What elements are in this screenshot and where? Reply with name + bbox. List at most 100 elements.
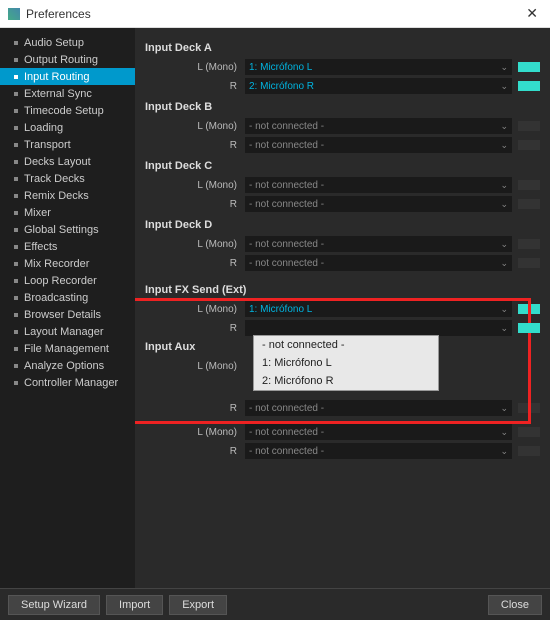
meter [518, 239, 540, 249]
footer: Setup Wizard Import Export Close [0, 588, 550, 620]
row-deck-b-r: R - not connected -⌄ [145, 136, 540, 154]
close-icon[interactable]: ✕ [522, 5, 542, 22]
select-deck-b-r[interactable]: - not connected -⌄ [245, 137, 512, 153]
sidebar-item-mixer[interactable]: Mixer [0, 204, 135, 221]
dropdown-item[interactable]: 1: Micrófono L [254, 354, 438, 372]
meter [518, 199, 540, 209]
sidebar: Audio Setup Output Routing Input Routing Ex… [0, 28, 135, 588]
row-deck-b-l: L (Mono) - not connected -⌄ [145, 117, 540, 135]
sidebar-item-label: External Sync [24, 88, 92, 100]
sidebar-item-label: Global Settings [24, 224, 99, 236]
row-deck-d-r: R - not connected -⌄ [145, 254, 540, 272]
bullet-icon [14, 313, 18, 317]
select-aux-r[interactable]: - not connected -⌄ [245, 400, 512, 416]
sidebar-item-label: Decks Layout [24, 156, 91, 168]
row-extra-l: L (Mono) - not connected -⌄ [145, 423, 540, 441]
label-l-mono: L (Mono) [145, 304, 245, 315]
sidebar-item-file-management[interactable]: File Management [0, 340, 135, 357]
sidebar-item-label: Loop Recorder [24, 275, 97, 287]
sidebar-item-effects[interactable]: Effects [0, 238, 135, 255]
select-fx-send-r[interactable]: ⌄ [245, 320, 512, 336]
meter [518, 140, 540, 150]
row-deck-d-l: L (Mono) - not connected -⌄ [145, 235, 540, 253]
chevron-down-icon: ⌄ [500, 323, 508, 334]
export-button[interactable]: Export [169, 595, 227, 615]
content: Input Deck A L (Mono) 1: Micrófono L⌄ R … [135, 28, 550, 588]
bullet-icon [14, 228, 18, 232]
sidebar-item-track-decks[interactable]: Track Decks [0, 170, 135, 187]
sidebar-item-transport[interactable]: Transport [0, 136, 135, 153]
row-fx-send-l: L (Mono) 1: Micrófono L⌄ [145, 300, 540, 318]
bullet-icon [14, 347, 18, 351]
bullet-icon [14, 177, 18, 181]
sidebar-item-remix-decks[interactable]: Remix Decks [0, 187, 135, 204]
import-button[interactable]: Import [106, 595, 163, 615]
select-deck-c-l[interactable]: - not connected -⌄ [245, 177, 512, 193]
meter [518, 81, 540, 91]
sidebar-item-decks-layout[interactable]: Decks Layout [0, 153, 135, 170]
chevron-down-icon: ⌄ [500, 239, 508, 250]
sidebar-item-browser-details[interactable]: Browser Details [0, 306, 135, 323]
row-extra-r: R - not connected -⌄ [145, 442, 540, 460]
dropdown-item[interactable]: - not connected - [254, 336, 438, 354]
row-deck-a-l: L (Mono) 1: Micrófono L⌄ [145, 58, 540, 76]
sidebar-item-label: Browser Details [24, 309, 101, 321]
sidebar-item-label: File Management [24, 343, 109, 355]
bullet-icon [14, 262, 18, 266]
row-deck-c-r: R - not connected -⌄ [145, 195, 540, 213]
bullet-icon [14, 75, 18, 79]
select-extra-r[interactable]: - not connected -⌄ [245, 443, 512, 459]
select-fx-send-l[interactable]: 1: Micrófono L⌄ [245, 301, 512, 317]
sidebar-item-loading[interactable]: Loading [0, 119, 135, 136]
main: Audio Setup Output Routing Input Routing Ex… [0, 28, 550, 588]
sidebar-item-global-settings[interactable]: Global Settings [0, 221, 135, 238]
sidebar-item-layout-manager[interactable]: Layout Manager [0, 323, 135, 340]
window-title: Preferences [26, 7, 522, 21]
label-l-mono: L (Mono) [145, 180, 245, 191]
select-deck-a-l[interactable]: 1: Micrófono L⌄ [245, 59, 512, 75]
sidebar-item-loop-recorder[interactable]: Loop Recorder [0, 272, 135, 289]
bullet-icon [14, 194, 18, 198]
bullet-icon [14, 296, 18, 300]
section-title-deck-d: Input Deck D [145, 219, 540, 231]
sidebar-item-label: Timecode Setup [24, 105, 104, 117]
select-deck-d-l[interactable]: - not connected -⌄ [245, 236, 512, 252]
chevron-down-icon: ⌄ [500, 199, 508, 210]
sidebar-item-label: Broadcasting [24, 292, 88, 304]
sidebar-item-label: Input Routing [24, 71, 89, 83]
bullet-icon [14, 364, 18, 368]
sidebar-item-external-sync[interactable]: External Sync [0, 85, 135, 102]
select-extra-l[interactable]: - not connected -⌄ [245, 424, 512, 440]
label-r: R [145, 258, 245, 269]
sidebar-item-analyze-options[interactable]: Analyze Options [0, 357, 135, 374]
meter [518, 258, 540, 268]
sidebar-item-label: Effects [24, 241, 57, 253]
setup-wizard-button[interactable]: Setup Wizard [8, 595, 100, 615]
close-button[interactable]: Close [488, 595, 542, 615]
bullet-icon [14, 109, 18, 113]
chevron-down-icon: ⌄ [500, 304, 508, 315]
chevron-down-icon: ⌄ [500, 81, 508, 92]
sidebar-item-mix-recorder[interactable]: Mix Recorder [0, 255, 135, 272]
sidebar-item-broadcasting[interactable]: Broadcasting [0, 289, 135, 306]
select-deck-b-l[interactable]: - not connected -⌄ [245, 118, 512, 134]
sidebar-item-input-routing[interactable]: Input Routing [0, 68, 135, 85]
sidebar-item-label: Loading [24, 122, 63, 134]
app-icon [8, 8, 20, 20]
sidebar-item-controller-manager[interactable]: Controller Manager [0, 374, 135, 391]
select-deck-a-r[interactable]: 2: Micrófono R⌄ [245, 78, 512, 94]
select-deck-c-r[interactable]: - not connected -⌄ [245, 196, 512, 212]
bullet-icon [14, 330, 18, 334]
bullet-icon [14, 41, 18, 45]
chevron-down-icon: ⌄ [500, 446, 508, 457]
select-deck-d-r[interactable]: - not connected -⌄ [245, 255, 512, 271]
sidebar-item-label: Audio Setup [24, 37, 84, 49]
label-r: R [145, 140, 245, 151]
sidebar-item-audio-setup[interactable]: Audio Setup [0, 34, 135, 51]
dropdown-item[interactable]: 2: Micrófono R [254, 372, 438, 390]
dropdown-menu: - not connected -1: Micrófono L2: Micróf… [253, 335, 439, 391]
sidebar-item-timecode-setup[interactable]: Timecode Setup [0, 102, 135, 119]
section-title-fx-send: Input FX Send (Ext) [145, 284, 540, 296]
sidebar-item-output-routing[interactable]: Output Routing [0, 51, 135, 68]
label-l-mono: L (Mono) [145, 62, 245, 73]
